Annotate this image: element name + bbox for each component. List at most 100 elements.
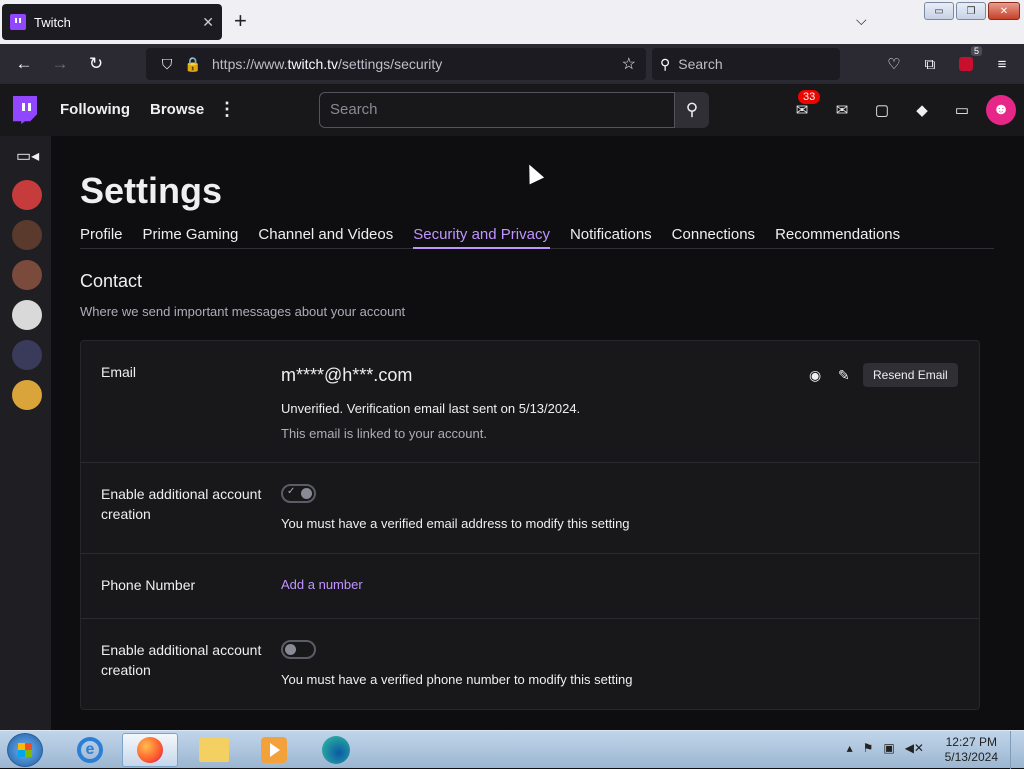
user-avatar[interactable]: ☻	[986, 95, 1016, 125]
browser-navbar: ← → ↻ ⛉ 🔒 https://www.twitch.tv/settings…	[0, 44, 1024, 84]
show-hidden-icons-arrow-icon[interactable]: ▴	[847, 741, 853, 755]
followed-channels-camera-icon[interactable]: ▭◂	[16, 146, 39, 166]
system-tray: ▴ ⚑ ▣ ◀✕	[847, 741, 924, 755]
start-button[interactable]	[7, 733, 43, 767]
notifications-button[interactable]: ✉ 33	[786, 90, 821, 126]
toggle-knob	[285, 644, 296, 655]
show-email-eye-icon[interactable]: ◉	[809, 367, 821, 384]
reload-icon[interactable]: ↻	[78, 54, 114, 74]
tab-security-and-privacy[interactable]: Security and Privacy	[413, 226, 550, 249]
media-player-icon	[261, 737, 287, 763]
channel-avatar-5[interactable]	[12, 340, 42, 370]
extensions-icon[interactable]: ⧉	[916, 50, 944, 78]
ublock-shield-icon	[959, 57, 973, 71]
twitch-search-input[interactable]: Search	[319, 92, 675, 128]
url-bar[interactable]: ⛉ 🔒 https://www.twitch.tv/settings/secur…	[146, 48, 646, 80]
channel-avatar-2[interactable]	[12, 220, 42, 250]
minimize-button[interactable]: ▭	[924, 2, 954, 20]
tab-close-icon[interactable]: ✕	[202, 14, 214, 31]
tab-connections[interactable]: Connections	[672, 226, 755, 249]
windows-taskbar: e ▴ ⚑ ▣ ◀✕ 12:27 PM 5/13/2024	[0, 730, 1024, 769]
show-desktop-button[interactable]	[1010, 731, 1024, 769]
email-account-creation-note: You must have a verified email address t…	[281, 516, 630, 531]
channel-avatar-3[interactable]	[12, 260, 42, 290]
channel-avatar-1[interactable]	[12, 180, 42, 210]
twitch-logo-icon[interactable]	[13, 96, 37, 124]
clock[interactable]: 12:27 PM 5/13/2024	[945, 735, 998, 765]
section-subtitle: Where we send important messages about y…	[80, 304, 406, 319]
phone-label: Phone Number	[101, 577, 196, 593]
list-all-tabs-icon[interactable]: ⌵	[856, 12, 867, 29]
twitch-main-nav: Following Browse	[60, 101, 204, 118]
email-label: Email	[101, 364, 137, 380]
taskbar-explorer[interactable]	[186, 733, 242, 767]
email-status: Unverified. Verification email last sent…	[281, 401, 581, 416]
email-linked-note: This email is linked to your account.	[281, 426, 487, 441]
pocket-icon[interactable]: ♡	[880, 50, 908, 78]
twitch-search-button[interactable]: ⚲	[675, 92, 709, 128]
channel-avatar-4[interactable]	[12, 300, 42, 330]
extension-badge: 5	[970, 46, 982, 56]
phone-account-creation-label: Enable additional account creation	[101, 642, 262, 678]
phone-account-creation-row: Enable additional account creation You m…	[81, 619, 979, 709]
contact-card: Email m****@h***.com ◉ ✎ Resend Email Un…	[80, 340, 980, 710]
toggle-check-icon: ✓	[287, 486, 296, 497]
close-window-button[interactable]: ✕	[988, 2, 1020, 20]
section-title: Contact	[80, 271, 143, 291]
email-row: Email m****@h***.com ◉ ✎ Resend Email Un…	[81, 341, 979, 463]
app-icon	[322, 736, 350, 764]
notifications-badge: 33	[798, 90, 821, 104]
folder-icon	[199, 738, 229, 762]
action-center-flag-icon[interactable]: ⚑	[863, 741, 874, 755]
phone-account-creation-note: You must have a verified phone number to…	[281, 672, 633, 687]
menu-icon[interactable]: ≡	[988, 50, 1016, 78]
back-icon[interactable]: ←	[6, 54, 42, 74]
firefox-icon	[137, 737, 163, 763]
taskbar-firefox[interactable]	[122, 733, 178, 767]
email-account-creation-toggle[interactable]: ✓	[281, 484, 316, 503]
window-controls: ▭ ❐ ✕	[924, 2, 1020, 20]
phone-account-creation-toggle[interactable]	[281, 640, 316, 659]
shield-icon[interactable]: ⛉	[154, 56, 180, 73]
ublock-extension-icon[interactable]: 5	[952, 46, 982, 78]
bookmark-star-icon[interactable]: ☆	[622, 54, 636, 74]
new-tab-button[interactable]: +	[234, 10, 247, 32]
lock-icon[interactable]: 🔒	[180, 56, 206, 73]
restore-button[interactable]: ❐	[956, 2, 986, 20]
more-options-icon[interactable]: ⋮	[218, 98, 236, 120]
email-account-creation-label: Enable additional account creation	[101, 486, 262, 522]
search-icon: ⚲	[660, 55, 671, 72]
email-value: m****@h***.com	[281, 365, 413, 385]
resend-email-button[interactable]: Resend Email	[863, 363, 958, 387]
tab-notifications[interactable]: Notifications	[570, 226, 652, 249]
network-icon[interactable]: ▣	[883, 741, 894, 755]
browser-search-field[interactable]: ⚲ Search	[652, 48, 840, 80]
url-text[interactable]: https://www.twitch.tv/settings/security	[212, 56, 622, 72]
forward-icon[interactable]: →	[42, 54, 78, 74]
browser-tab-twitch[interactable]: Twitch ✕	[2, 4, 222, 40]
twitch-top-nav: Following Browse ⋮ Search ⚲ ✉ 33 ✉ ▢ ◆ ▭ …	[0, 84, 1024, 136]
search-icon: ⚲	[685, 100, 699, 119]
whispers-icon[interactable]: ▢	[866, 94, 898, 126]
twitch-header-actions: ✉ 33 ✉ ▢ ◆ ▭ ☻	[786, 90, 1016, 126]
volume-muted-icon[interactable]: ◀✕	[905, 741, 924, 755]
tab-recommendations[interactable]: Recommendations	[775, 226, 900, 249]
tab-profile[interactable]: Profile	[80, 226, 123, 249]
add-phone-link[interactable]: Add a number	[281, 577, 363, 592]
taskbar-ie[interactable]: e	[62, 733, 118, 767]
taskbar-app[interactable]	[308, 733, 364, 767]
edit-email-pencil-icon[interactable]: ✎	[838, 367, 850, 384]
browser-toolbar-right: ♡ ⧉ 5 ≡	[880, 46, 1016, 78]
tab-channel-and-videos[interactable]: Channel and Videos	[258, 226, 393, 249]
nav-browse[interactable]: Browse	[150, 101, 204, 118]
nav-following[interactable]: Following	[60, 101, 130, 118]
settings-tabs: Profile Prime Gaming Channel and Videos …	[80, 226, 994, 249]
browser-search-placeholder: Search	[678, 56, 723, 72]
prime-crown-icon[interactable]: ◆	[906, 94, 938, 126]
taskbar-media-player[interactable]	[246, 733, 302, 767]
inbox-icon[interactable]: ✉	[826, 94, 858, 126]
channel-avatar-6[interactable]	[12, 380, 42, 410]
tab-prime-gaming[interactable]: Prime Gaming	[143, 226, 239, 249]
bits-icon[interactable]: ▭	[946, 94, 978, 126]
browser-tabbar: Twitch ✕ + ⌵ ▭ ❐ ✕	[0, 0, 1024, 44]
